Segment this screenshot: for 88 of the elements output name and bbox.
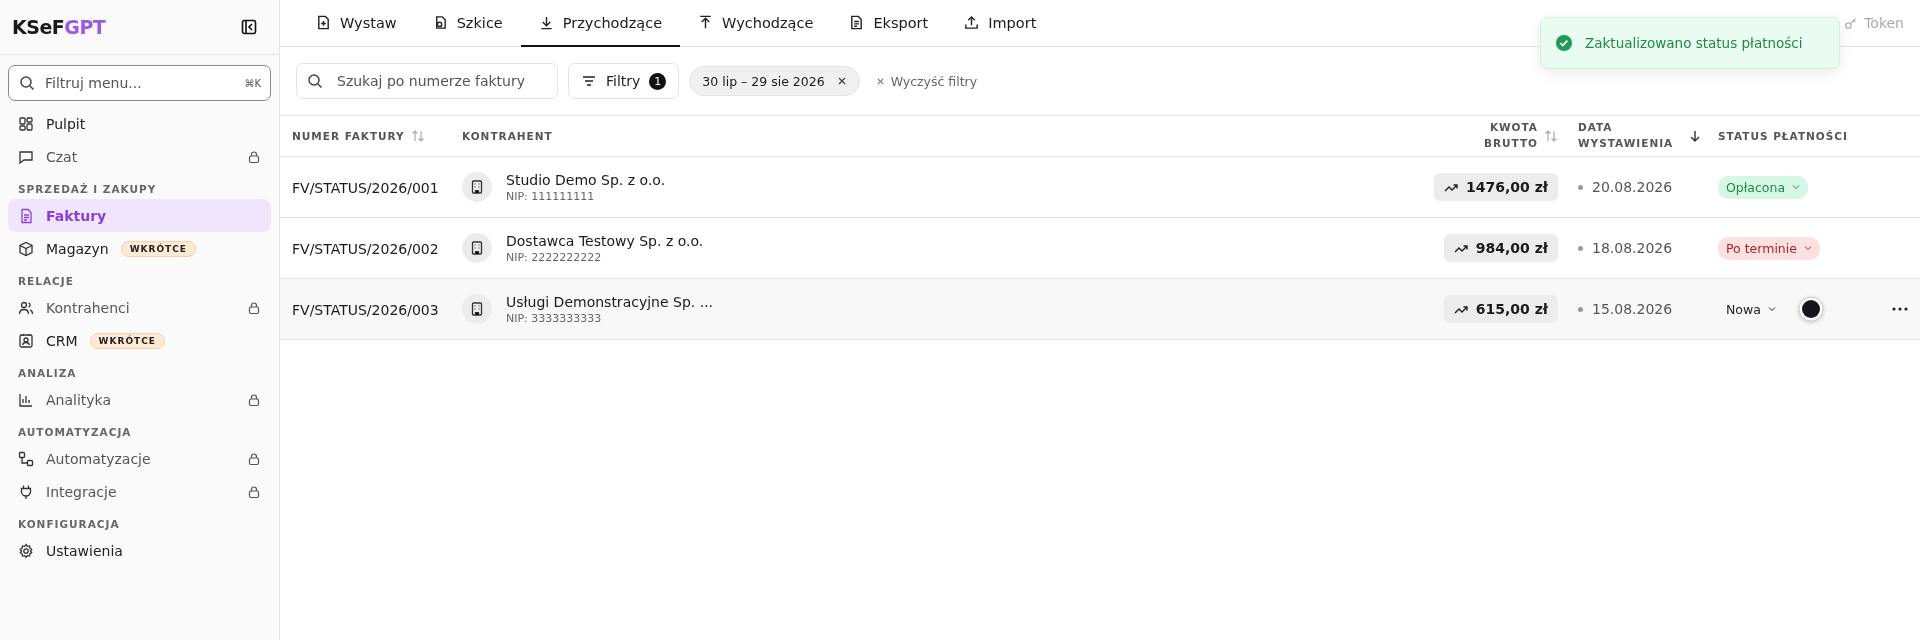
up-icon <box>698 15 714 30</box>
column-header: KONTRAHENT <box>462 130 553 142</box>
success-icon <box>1555 34 1573 52</box>
filters-button[interactable]: Filtry 1 <box>568 63 680 99</box>
clear-filters-button[interactable]: Wyczyść filtry <box>869 72 984 90</box>
cursor-dot-icon <box>1797 296 1824 322</box>
column-header: STATUS PŁATNOŚCI <box>1718 130 1848 142</box>
contractor-name: Dostawca Testowy Sp. z o.o. <box>506 232 704 249</box>
table-row[interactable]: FV/STATUS/2026/001 Studio Demo Sp. z o.o. NIP: 111111111 1476,00 zł 20.08.2026 Opłacona <box>280 157 1920 218</box>
nav-item[interactable]: Analityka <box>8 383 271 416</box>
grid-icon <box>18 115 34 132</box>
table-cell: FV/STATUS/2026/002 <box>292 240 439 257</box>
contact-icon <box>18 332 34 349</box>
section-heading: ANALIZA <box>17 366 78 381</box>
nav-item[interactable]: Czat <box>8 140 271 173</box>
column-header[interactable]: NUMER FAKTURY <box>292 130 405 142</box>
nav-item[interactable]: Magazyn WKRÓTCE <box>8 232 271 265</box>
tab[interactable]: Szkice <box>414 0 521 47</box>
search-icon <box>307 73 323 89</box>
contractor-name: Studio Demo Sp. z o.o. <box>506 171 666 188</box>
new-icon <box>316 15 331 30</box>
amount-pill: 1476,00 zł <box>1434 173 1558 201</box>
nav-item[interactable]: Ustawienia <box>8 534 271 567</box>
close-icon <box>875 76 885 86</box>
date-filter-chip[interactable]: 30 lip – 29 sie 2026 <box>689 66 860 96</box>
table-cell: FV/STATUS/2026/003 <box>292 301 439 318</box>
amount-pill: 615,00 zł <box>1443 295 1558 323</box>
amount-pill: 984,00 zł <box>1443 234 1558 262</box>
chevron-down-icon <box>1792 183 1801 191</box>
tab[interactable]: Przychodzące <box>520 0 681 47</box>
search-icon <box>19 75 35 91</box>
tab[interactable]: Import <box>946 0 1055 47</box>
coming-soon-badge: WKRÓTCE <box>120 240 196 257</box>
shortcut-hint: ⌘K <box>244 77 261 89</box>
doc-icon <box>18 207 34 224</box>
status-dropdown[interactable]: Opłacona <box>1718 175 1809 199</box>
nav-item[interactable]: Kontrahenci <box>8 291 271 324</box>
column-header[interactable]: KWOTA BRUTTO <box>1478 120 1538 152</box>
nav-item[interactable]: Faktury <box>8 199 271 232</box>
table-row[interactable]: FV/STATUS/2026/003 Usługi Demonstracyjne Sp. ... NIP: 3333333333 615,00 zł 15.08.2026 Nowa <box>280 279 1920 340</box>
tab[interactable]: Wychodzące <box>680 0 832 47</box>
upload-icon <box>964 15 980 30</box>
nav-item[interactable]: Automatyzacje <box>8 442 271 475</box>
tax-id: NIP: 2222222222 <box>506 250 603 264</box>
section-heading: AUTOMATYZACJA <box>17 425 133 440</box>
section-heading: KONFIGURACJA <box>17 517 121 532</box>
filter-icon <box>581 73 597 89</box>
chevron-down-icon <box>1767 305 1776 313</box>
toast: Zaktualizowano status płatności <box>1540 17 1840 69</box>
chart-icon <box>18 391 34 408</box>
section-heading: SPRZEDAŻ I ZAKUPY <box>17 182 158 197</box>
tab[interactable]: Eksport <box>831 0 947 47</box>
flow-icon <box>18 450 34 467</box>
box-icon <box>18 240 34 257</box>
table-cell: FV/STATUS/2026/001 <box>292 179 439 196</box>
tax-id: NIP: 111111111 <box>506 189 596 203</box>
doc-icon <box>849 15 865 30</box>
nav-item[interactable]: Integracje <box>8 475 271 508</box>
gear-icon <box>18 542 34 559</box>
building-icon <box>462 294 492 324</box>
date-text: 18.08.2026 <box>1592 240 1673 256</box>
users-icon <box>18 299 34 316</box>
chat-icon <box>18 148 34 165</box>
nav-item[interactable]: Pulpit <box>8 107 271 140</box>
section-heading: RELACJE <box>17 274 75 289</box>
date-text: 15.08.2026 <box>1592 301 1673 317</box>
search-field[interactable]: Szukaj po numerze faktury <box>296 63 558 99</box>
count-badge: 1 <box>649 72 667 90</box>
close-icon[interactable] <box>836 76 847 86</box>
status-dropdown[interactable]: Nowa <box>1718 297 1784 321</box>
column-header[interactable]: DATA WYSTAWIENIA <box>1578 120 1682 152</box>
chevron-down-icon <box>1803 244 1812 252</box>
plug-icon <box>18 483 34 500</box>
nav-item[interactable]: CRM WKRÓTCE <box>8 324 271 357</box>
key-icon <box>1844 16 1859 30</box>
coming-soon-badge: WKRÓTCE <box>89 332 165 349</box>
sidebar-toggle-icon[interactable] <box>241 19 257 35</box>
down-icon <box>538 15 554 30</box>
logo: KSeFGPT <box>12 16 106 38</box>
building-icon <box>462 233 492 263</box>
date-text: 20.08.2026 <box>1592 179 1673 195</box>
sort-descending-icon[interactable] <box>1688 129 1702 143</box>
more-icon[interactable] <box>1892 307 1908 311</box>
contractor-name: Usługi Demonstracyjne Sp. ... <box>506 293 714 310</box>
tab[interactable]: Wystaw <box>298 0 415 47</box>
status-dropdown[interactable]: Po terminie <box>1718 236 1820 260</box>
building-icon <box>462 172 492 202</box>
tax-id: NIP: 3333333333 <box>506 311 603 325</box>
